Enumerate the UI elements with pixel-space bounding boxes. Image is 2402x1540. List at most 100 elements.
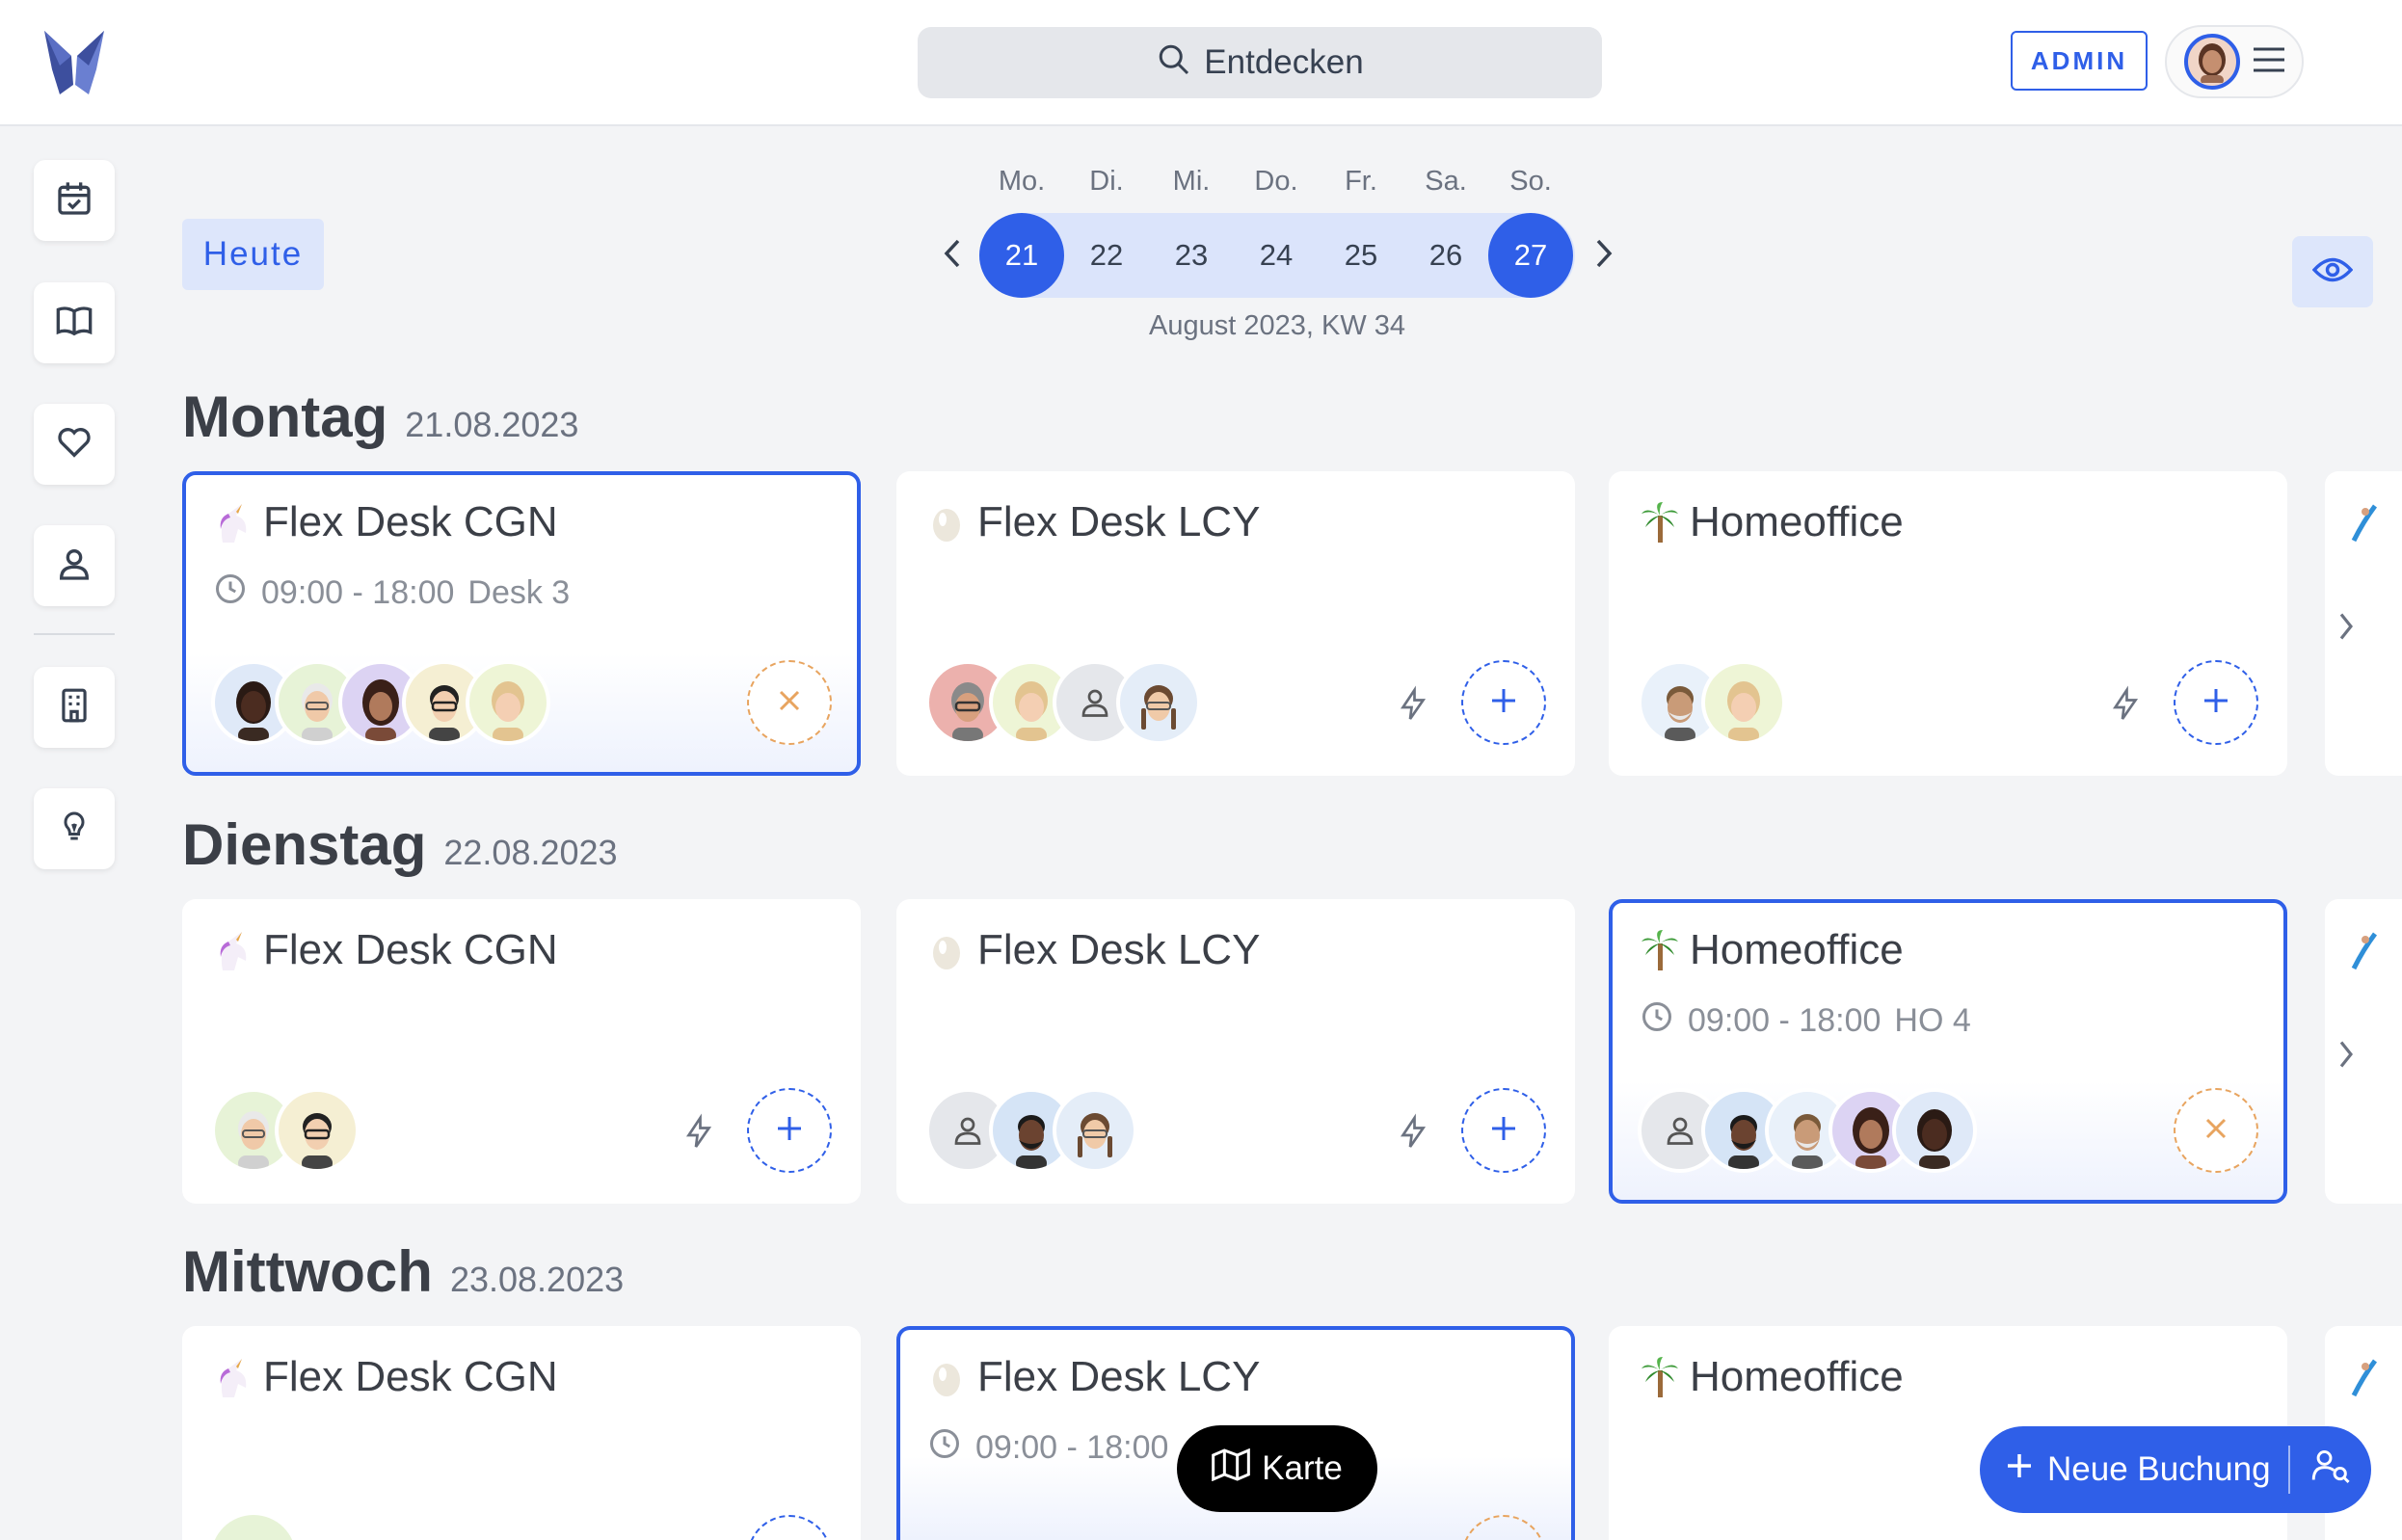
cancel-booking-button-outline xyxy=(1461,1515,1546,1540)
day-selector[interactable]: 27 xyxy=(1488,213,1573,298)
palm-tree-icon xyxy=(1640,928,1680,972)
scroll-right-icon[interactable] xyxy=(2333,1035,2360,1074)
card-name: Flex Desk CGN xyxy=(263,926,558,973)
plus-icon xyxy=(775,1114,804,1148)
close-icon xyxy=(777,688,802,718)
sidebar-item-ideas[interactable] xyxy=(34,788,115,869)
egg-icon xyxy=(927,928,968,972)
workspace-card[interactable]: Flex Desk LCY xyxy=(896,471,1575,776)
workspace-card[interactable]: Flex Desk LCY xyxy=(896,899,1575,1204)
card-title: Homeoffice xyxy=(1640,926,1904,974)
scroll-right-icon[interactable] xyxy=(2333,607,2360,646)
plus-icon xyxy=(2005,1450,2034,1489)
add-booking-button[interactable] xyxy=(747,1515,832,1540)
admin-button[interactable]: ADMIN xyxy=(2011,31,2148,91)
chevron-left-icon xyxy=(943,238,962,274)
add-booking-button[interactable] xyxy=(747,1088,832,1173)
workspace-card[interactable]: Flex Desk CGN xyxy=(182,1326,861,1540)
attendee-avatars[interactable] xyxy=(211,660,550,745)
prev-week-button[interactable] xyxy=(933,233,972,278)
lightbulb-icon xyxy=(57,806,92,853)
card-title: Flex Desk CGN xyxy=(213,498,558,546)
card-name: Flex Desk LCY xyxy=(977,1353,1261,1400)
add-booking-button-outline xyxy=(747,1515,832,1540)
workspace-card[interactable]: Homeoffice xyxy=(1609,471,2287,776)
attendee-avatars[interactable] xyxy=(1638,1088,1977,1173)
next-week-button[interactable] xyxy=(1585,233,1623,278)
weekday-label: So. xyxy=(1509,166,1552,197)
avatar xyxy=(1701,660,1786,745)
day-date: 22.08.2023 xyxy=(443,833,618,872)
add-booking-button[interactable] xyxy=(1461,1088,1546,1173)
card-name: Flex Desk LCY xyxy=(977,926,1261,973)
search-bar[interactable]: Entdecken xyxy=(918,27,1602,98)
avatar xyxy=(211,1515,296,1540)
attendee-avatars[interactable] xyxy=(925,660,1201,745)
surfer-icon xyxy=(2350,930,2378,977)
booking-time: 09:00 - 18:00 xyxy=(927,1426,1168,1470)
time-range: 09:00 - 18:00 xyxy=(261,574,455,611)
map-button-label: Karte xyxy=(1262,1449,1343,1487)
plus-icon xyxy=(2202,686,2230,720)
avatar xyxy=(1116,660,1201,745)
building-icon xyxy=(56,684,93,731)
day-selector[interactable]: 25 xyxy=(1319,213,1403,298)
workspace-card[interactable]: Flex Desk CGN 09:00 - 18:00 Desk 3 xyxy=(182,471,861,776)
quick-book-icon[interactable] xyxy=(681,1113,716,1152)
map-icon xyxy=(1212,1447,1251,1490)
day-selector[interactable]: 22 xyxy=(1064,213,1149,298)
attendee-avatars[interactable] xyxy=(925,1088,1137,1173)
day-selector[interactable]: 24 xyxy=(1234,213,1319,298)
new-booking-button[interactable]: Neue Buchung xyxy=(1980,1426,2371,1513)
sidebar-item-bookings[interactable] xyxy=(34,160,115,241)
card-title: Homeoffice xyxy=(1640,1353,1904,1401)
day-heading: Mittwoch 23.08.2023 xyxy=(182,1238,624,1305)
attendee-avatars[interactable] xyxy=(211,1088,360,1173)
quick-book-icon[interactable] xyxy=(1396,1113,1430,1152)
card-name: Flex Desk CGN xyxy=(263,1353,558,1400)
weekday-label: Mo. xyxy=(998,166,1046,197)
today-button[interactable]: Heute xyxy=(182,219,324,290)
sidebar-item-book[interactable] xyxy=(34,282,115,363)
day-selector[interactable]: 26 xyxy=(1403,213,1488,298)
card-title: Flex Desk LCY xyxy=(927,1353,1260,1401)
avatar xyxy=(1892,1088,1977,1173)
booking-time: 09:00 - 18:00 Desk 3 xyxy=(213,571,570,615)
quick-book-icon[interactable] xyxy=(2108,685,2143,724)
user-icon xyxy=(55,543,93,590)
day-selector[interactable]: 23 xyxy=(1149,213,1234,298)
book-for-colleague-button[interactable] xyxy=(2290,1426,2371,1513)
time-range: 09:00 - 18:00 xyxy=(1688,1002,1882,1039)
day-heading: Dienstag 22.08.2023 xyxy=(182,811,618,878)
book-open-icon xyxy=(53,302,95,345)
map-button[interactable]: Karte xyxy=(1177,1425,1377,1512)
add-booking-button[interactable] xyxy=(2174,660,2258,745)
workspace-card[interactable]: Homeoffice 09:00 - 18:00 HO 4 xyxy=(1609,899,2287,1204)
unicorn-icon xyxy=(213,500,254,544)
add-booking-button[interactable] xyxy=(1461,660,1546,745)
new-booking-label: Neue Buchung xyxy=(2047,1450,2271,1488)
cancel-booking-button[interactable] xyxy=(747,660,832,745)
sidebar-item-favorites[interactable] xyxy=(34,404,115,485)
day-selector[interactable]: 21 xyxy=(979,213,1064,298)
week-label: August 2023, KW 34 xyxy=(1149,310,1405,341)
card-name: Homeoffice xyxy=(1690,498,1904,545)
card-title: Flex Desk CGN xyxy=(213,1353,558,1401)
new-booking-main[interactable]: Neue Buchung xyxy=(1980,1426,2271,1513)
app-logo-icon[interactable] xyxy=(40,27,108,96)
cancel-booking-button[interactable] xyxy=(2174,1088,2258,1173)
user-search-icon xyxy=(2310,1447,2351,1494)
quick-book-icon[interactable] xyxy=(1396,685,1430,724)
attendee-avatars[interactable] xyxy=(1638,660,1786,745)
workspace-card[interactable]: Flex Desk CGN xyxy=(182,899,861,1204)
sidebar-item-buildings[interactable] xyxy=(34,667,115,748)
visibility-toggle-button[interactable] xyxy=(2292,236,2373,307)
profile-menu-button[interactable] xyxy=(2165,25,2304,98)
egg-icon xyxy=(927,500,968,544)
day-title: Montag xyxy=(182,385,388,449)
cancel-booking-button[interactable] xyxy=(1461,1515,1546,1540)
sidebar-item-profile[interactable] xyxy=(34,525,115,606)
search-icon xyxy=(1156,41,1190,85)
avatar xyxy=(275,1088,360,1173)
attendee-avatars[interactable] xyxy=(211,1515,296,1540)
